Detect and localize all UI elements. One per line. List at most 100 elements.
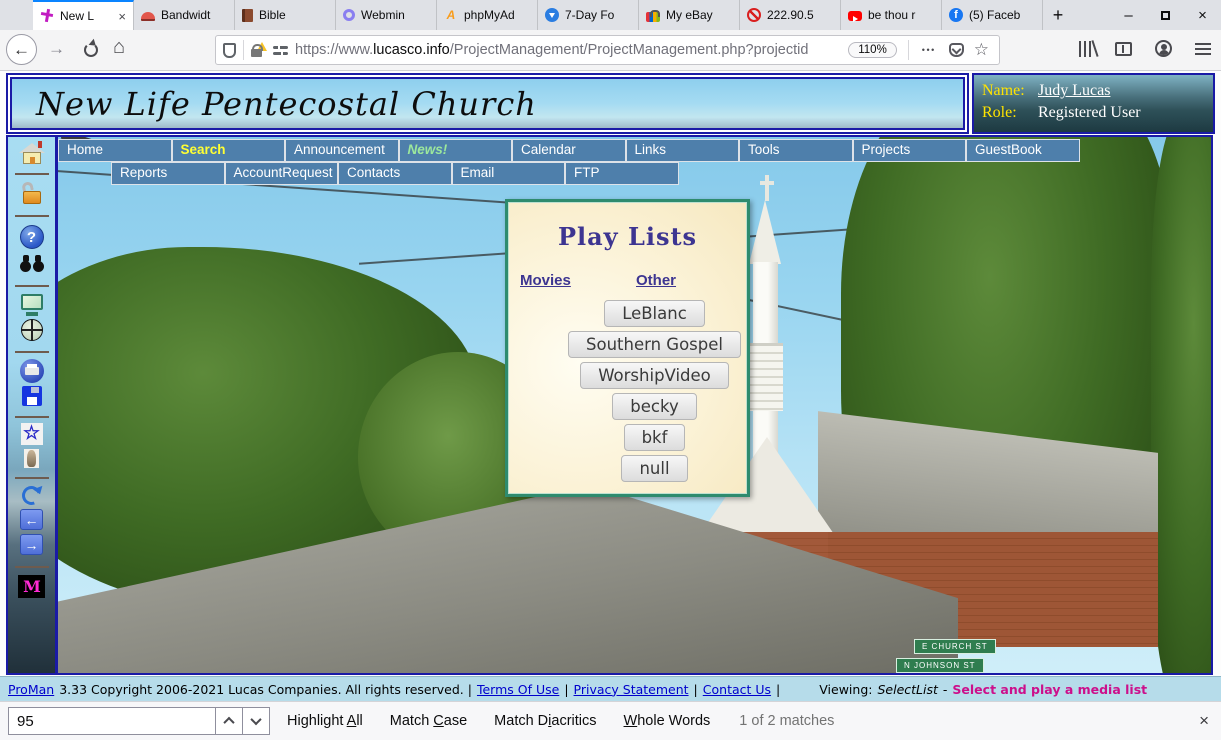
maximize-icon bbox=[1161, 11, 1170, 20]
zoom-level-badge[interactable]: 110% bbox=[848, 42, 897, 58]
tab-bandwidth[interactable]: Bandwidt bbox=[134, 0, 235, 30]
privacy-statement-link[interactable]: Privacy Statement bbox=[574, 682, 689, 697]
sidebar-toggle-icon[interactable] bbox=[1115, 42, 1132, 56]
toggle-text: hole Words bbox=[637, 713, 710, 729]
help-icon[interactable]: ? bbox=[20, 225, 44, 249]
find-input[interactable] bbox=[8, 707, 216, 735]
tab-facebook[interactable]: f (5) Faceb bbox=[942, 0, 1043, 30]
menu-calendar[interactable]: Calendar bbox=[512, 139, 626, 162]
url-bar[interactable]: https://www.lucasco.info/ProjectManageme… bbox=[215, 35, 1000, 65]
menu-links[interactable]: Links bbox=[626, 139, 740, 162]
tab-ebay[interactable]: My eBay bbox=[639, 0, 740, 30]
url-text[interactable]: https://www.lucasco.info/ProjectManageme… bbox=[295, 42, 844, 58]
tab-new-life[interactable]: New L × bbox=[33, 0, 134, 30]
tab-title: be thou r bbox=[868, 8, 934, 22]
submenu-accountrequest[interactable]: AccountRequest bbox=[225, 162, 339, 185]
tab-bible[interactable]: Bible bbox=[235, 0, 336, 30]
printer-icon[interactable] bbox=[20, 359, 44, 383]
home-icon[interactable] bbox=[19, 141, 45, 165]
match-diacritics-toggle[interactable]: Match Diacritics bbox=[494, 713, 596, 729]
playlist-button-southern-gospel[interactable]: Southern Gospel bbox=[568, 331, 741, 358]
main-content: E CHURCH ST N JOHNSON ST Home Search Ann… bbox=[58, 137, 1211, 673]
new-tab-button[interactable]: + bbox=[1043, 0, 1073, 30]
page-actions-dots-icon[interactable]: ••• bbox=[922, 45, 936, 55]
playlist-button-worshipvideo[interactable]: WorshipVideo bbox=[580, 362, 729, 389]
reload-button[interactable] bbox=[84, 43, 98, 57]
tracking-protection-shield-icon[interactable] bbox=[223, 43, 236, 58]
find-previous-button[interactable] bbox=[216, 707, 243, 735]
permissions-icon[interactable] bbox=[273, 45, 288, 56]
user-name-link[interactable]: Judy Lucas bbox=[1038, 80, 1110, 102]
submenu-ftp[interactable]: FTP bbox=[565, 162, 679, 185]
role-label: Role: bbox=[982, 102, 1038, 124]
library-icon[interactable] bbox=[1079, 41, 1092, 57]
minimize-button[interactable]: – bbox=[1110, 0, 1147, 30]
home-button[interactable]: ⌂ bbox=[113, 36, 125, 59]
playlist-button-leblanc[interactable]: LeBlanc bbox=[604, 300, 705, 327]
rail-divider bbox=[15, 215, 49, 217]
forward-arrow-icon[interactable]: → bbox=[20, 534, 43, 555]
viewing-page-name: SelectList bbox=[877, 682, 937, 697]
icon-side-rail: ? ☆ ← → M bbox=[8, 137, 58, 673]
lock-icon[interactable] bbox=[251, 49, 262, 57]
playlist-button-bkf[interactable]: bkf bbox=[624, 424, 686, 451]
monitor-icon[interactable] bbox=[19, 293, 45, 317]
playlists-title: Play Lists bbox=[508, 222, 747, 251]
find-next-button[interactable] bbox=[243, 707, 270, 735]
divider bbox=[908, 40, 909, 60]
tab-weather[interactable]: 7-Day Fo bbox=[538, 0, 639, 30]
maximize-button[interactable] bbox=[1147, 0, 1184, 30]
terms-of-use-link[interactable]: Terms Of Use bbox=[477, 682, 559, 697]
rail-divider bbox=[15, 173, 49, 175]
submenu-reports[interactable]: Reports bbox=[111, 162, 225, 185]
playlist-button-null[interactable]: null bbox=[621, 455, 687, 482]
bookmark-star-icon[interactable]: ☆ bbox=[974, 40, 989, 60]
proman-logo-icon[interactable]: M bbox=[18, 575, 45, 598]
tab-close-icon[interactable]: × bbox=[116, 9, 126, 24]
hamburger-menu-icon[interactable] bbox=[1195, 43, 1211, 55]
tab-title: Bandwidt bbox=[161, 8, 227, 22]
chevron-up-icon bbox=[223, 717, 234, 728]
account-icon[interactable] bbox=[1155, 40, 1172, 57]
movies-link[interactable]: Movies bbox=[520, 272, 571, 289]
globe-icon[interactable] bbox=[21, 319, 43, 341]
tab-phpmyadmin[interactable]: A phpMyAd bbox=[437, 0, 538, 30]
tab-ip-address[interactable]: 222.90.5 bbox=[740, 0, 841, 30]
figurine-icon[interactable] bbox=[24, 449, 39, 468]
separator: | bbox=[776, 682, 780, 697]
find-close-icon[interactable]: × bbox=[1199, 711, 1209, 731]
street-sign: E CHURCH ST bbox=[914, 639, 996, 654]
menu-news[interactable]: News! bbox=[399, 139, 513, 162]
refresh-icon[interactable] bbox=[19, 483, 44, 508]
menu-home[interactable]: Home bbox=[58, 139, 172, 162]
unlock-icon[interactable] bbox=[20, 181, 44, 207]
close-button[interactable]: × bbox=[1184, 0, 1221, 30]
menu-announcement[interactable]: Announcement bbox=[285, 139, 399, 162]
user-role-value: Registered User bbox=[1038, 102, 1141, 124]
proman-link[interactable]: ProMan bbox=[8, 682, 54, 697]
ebay-bag-icon bbox=[646, 12, 660, 22]
tab-webmin[interactable]: Webmin bbox=[336, 0, 437, 30]
match-case-toggle[interactable]: Match Case bbox=[390, 713, 467, 729]
menu-search[interactable]: Search bbox=[172, 139, 286, 162]
content-frame: ? ☆ ← → M bbox=[6, 135, 1213, 675]
menu-guestbook[interactable]: GuestBook bbox=[966, 139, 1080, 162]
binoculars-icon[interactable] bbox=[19, 253, 45, 275]
menu-tools[interactable]: Tools bbox=[739, 139, 853, 162]
save-floppy-icon[interactable] bbox=[22, 386, 42, 406]
submenu-email[interactable]: Email bbox=[452, 162, 566, 185]
other-link[interactable]: Other bbox=[636, 272, 676, 289]
whole-words-toggle[interactable]: Whole Words bbox=[624, 713, 711, 729]
contact-us-link[interactable]: Contact Us bbox=[703, 682, 771, 697]
site-header-banner: New Life Pentecostal Church bbox=[10, 77, 965, 130]
highlight-all-toggle[interactable]: Highlight All bbox=[287, 713, 363, 729]
back-arrow-icon[interactable]: ← bbox=[20, 509, 43, 530]
submenu-contacts[interactable]: Contacts bbox=[338, 162, 452, 185]
pocket-icon[interactable] bbox=[949, 43, 964, 57]
forward-button[interactable]: → bbox=[48, 39, 65, 59]
menu-projects[interactable]: Projects bbox=[853, 139, 967, 162]
favorites-star-icon[interactable]: ☆ bbox=[21, 423, 43, 445]
playlist-button-becky[interactable]: becky bbox=[612, 393, 696, 420]
tab-youtube[interactable]: be thou r bbox=[841, 0, 942, 30]
back-button[interactable]: ← bbox=[6, 34, 37, 65]
